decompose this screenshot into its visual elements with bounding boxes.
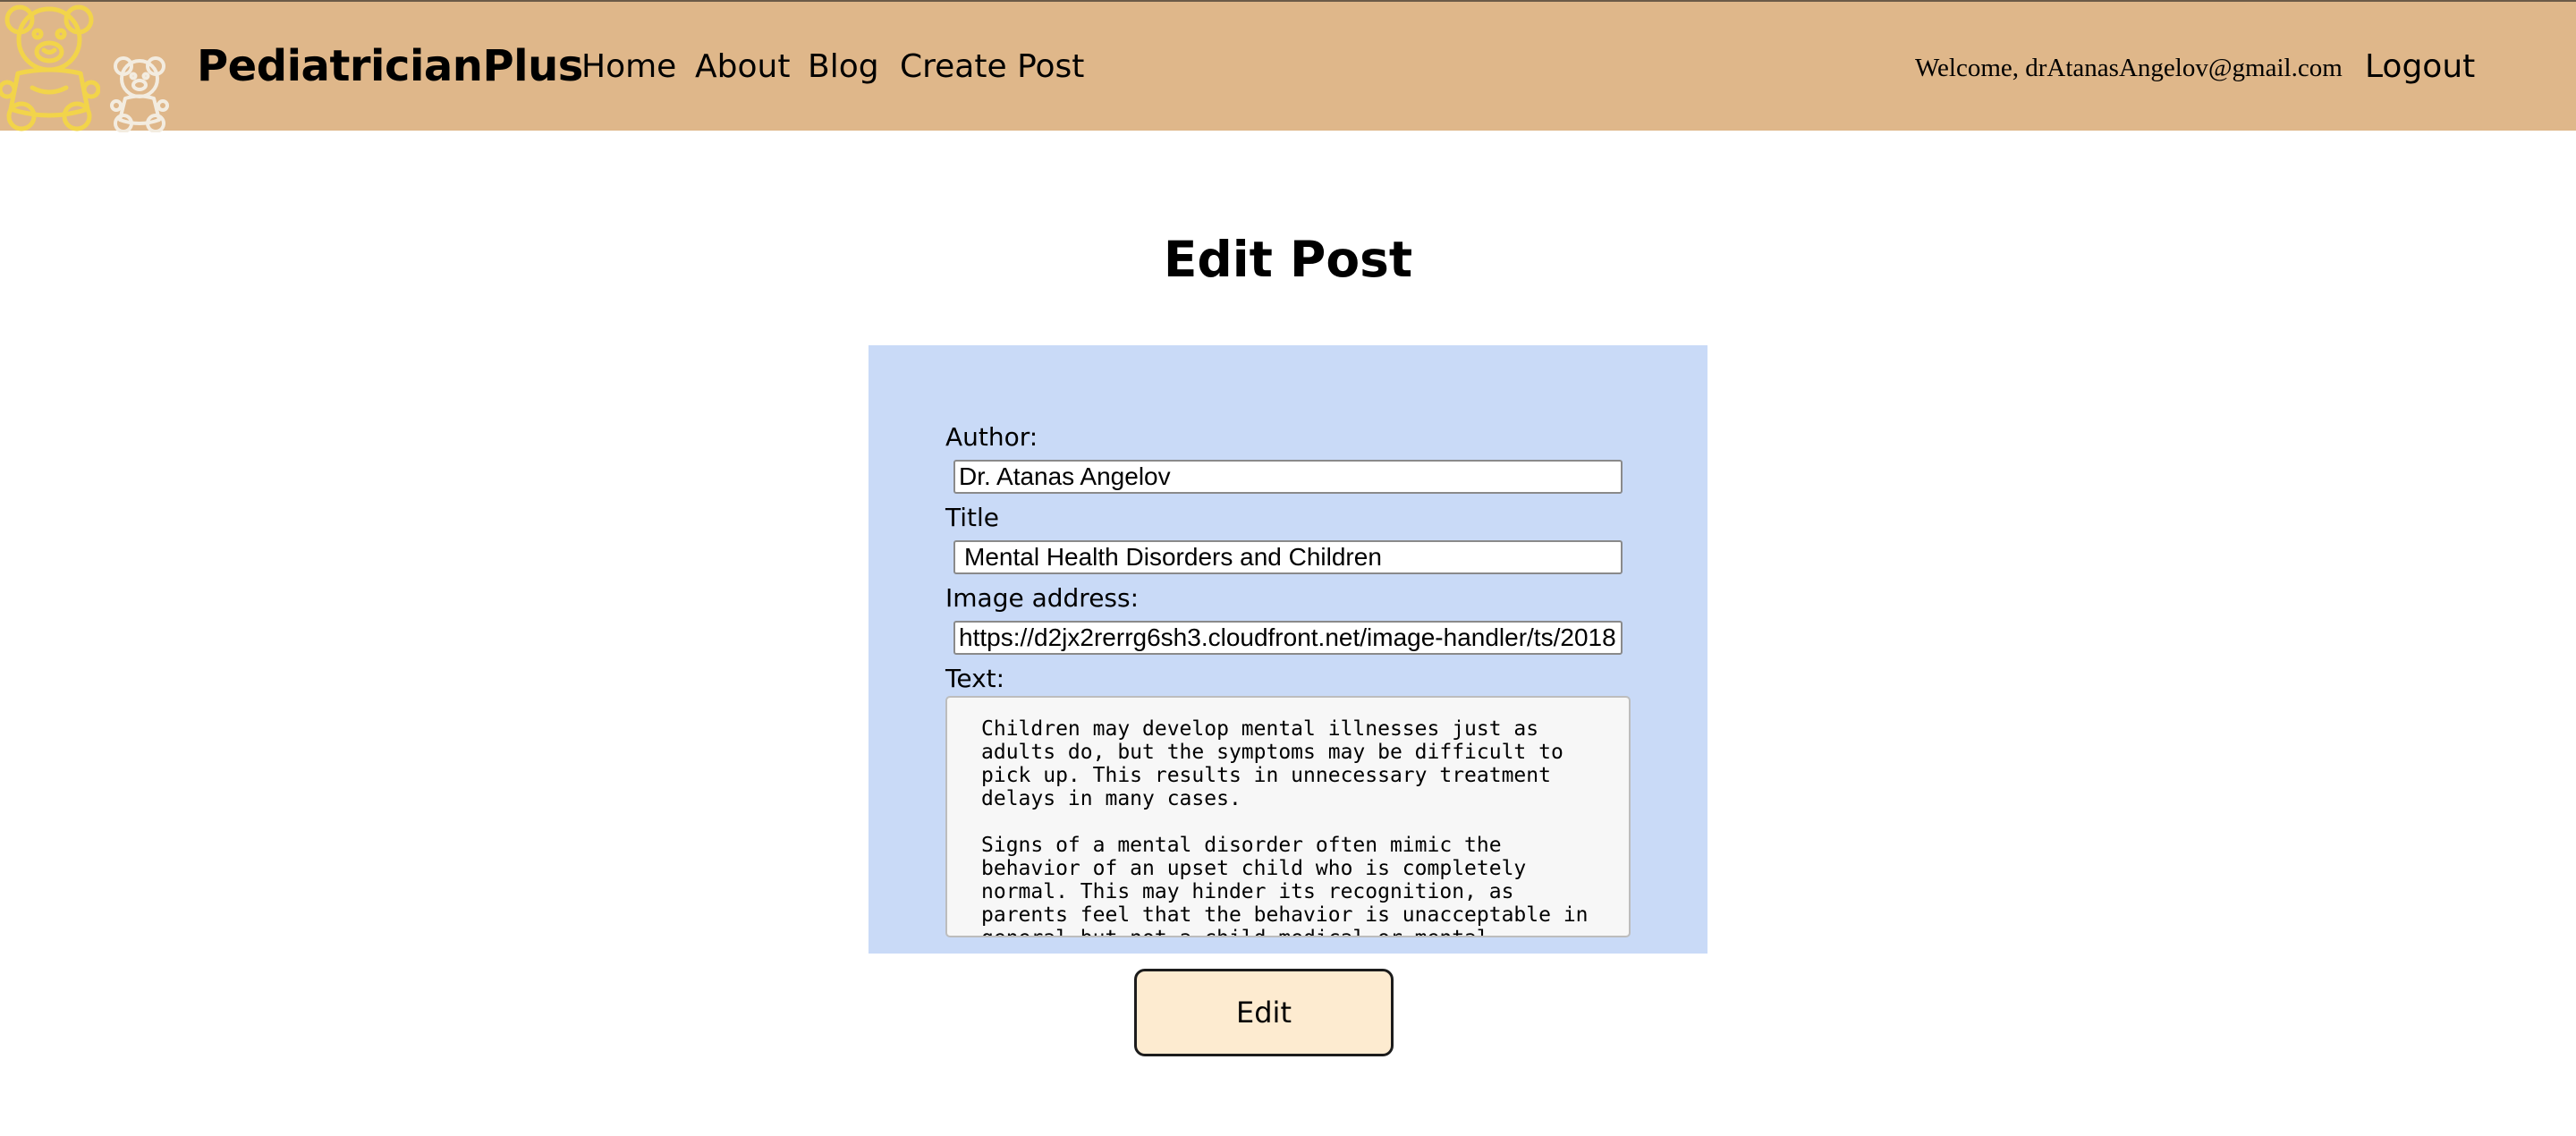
nav-about[interactable]: About [695,48,790,85]
welcome-message: Welcome, drAtanasAngelov@gmail.com [1915,54,2343,82]
title-label: Title [945,503,1000,532]
logout-link[interactable]: Logout [2365,48,2475,85]
author-label: Author: [945,422,1038,452]
title-input[interactable]: Mental Health Disorders and Children [953,540,1623,574]
edit-button[interactable]: Edit [1134,969,1394,1056]
author-input[interactable]: Dr. Atanas Angelov [953,460,1623,494]
image-address-label: Image address: [945,583,1140,613]
site-header: PediatricianPlus Home About Blog Create … [0,0,2576,132]
text-textarea[interactable]: Children may develop mental illnesses ju… [945,696,1631,937]
page-title: Edit Post [1163,231,1413,288]
teddy-bear-logo-icon[interactable] [0,2,100,132]
teddy-bear-small-icon [110,56,169,132]
edit-post-form: Author: Dr. Atanas Angelov Title Mental … [869,345,1707,954]
nav-blog[interactable]: Blog [808,48,879,85]
nav-home[interactable]: Home [581,48,676,85]
nav-create-post[interactable]: Create Post [900,48,1084,85]
image-address-input[interactable]: https://d2jx2rerrg6sh3.cloudfront.net/im… [953,621,1623,655]
site-brand[interactable]: PediatricianPlus [197,41,583,91]
text-label: Text: [945,664,1005,693]
